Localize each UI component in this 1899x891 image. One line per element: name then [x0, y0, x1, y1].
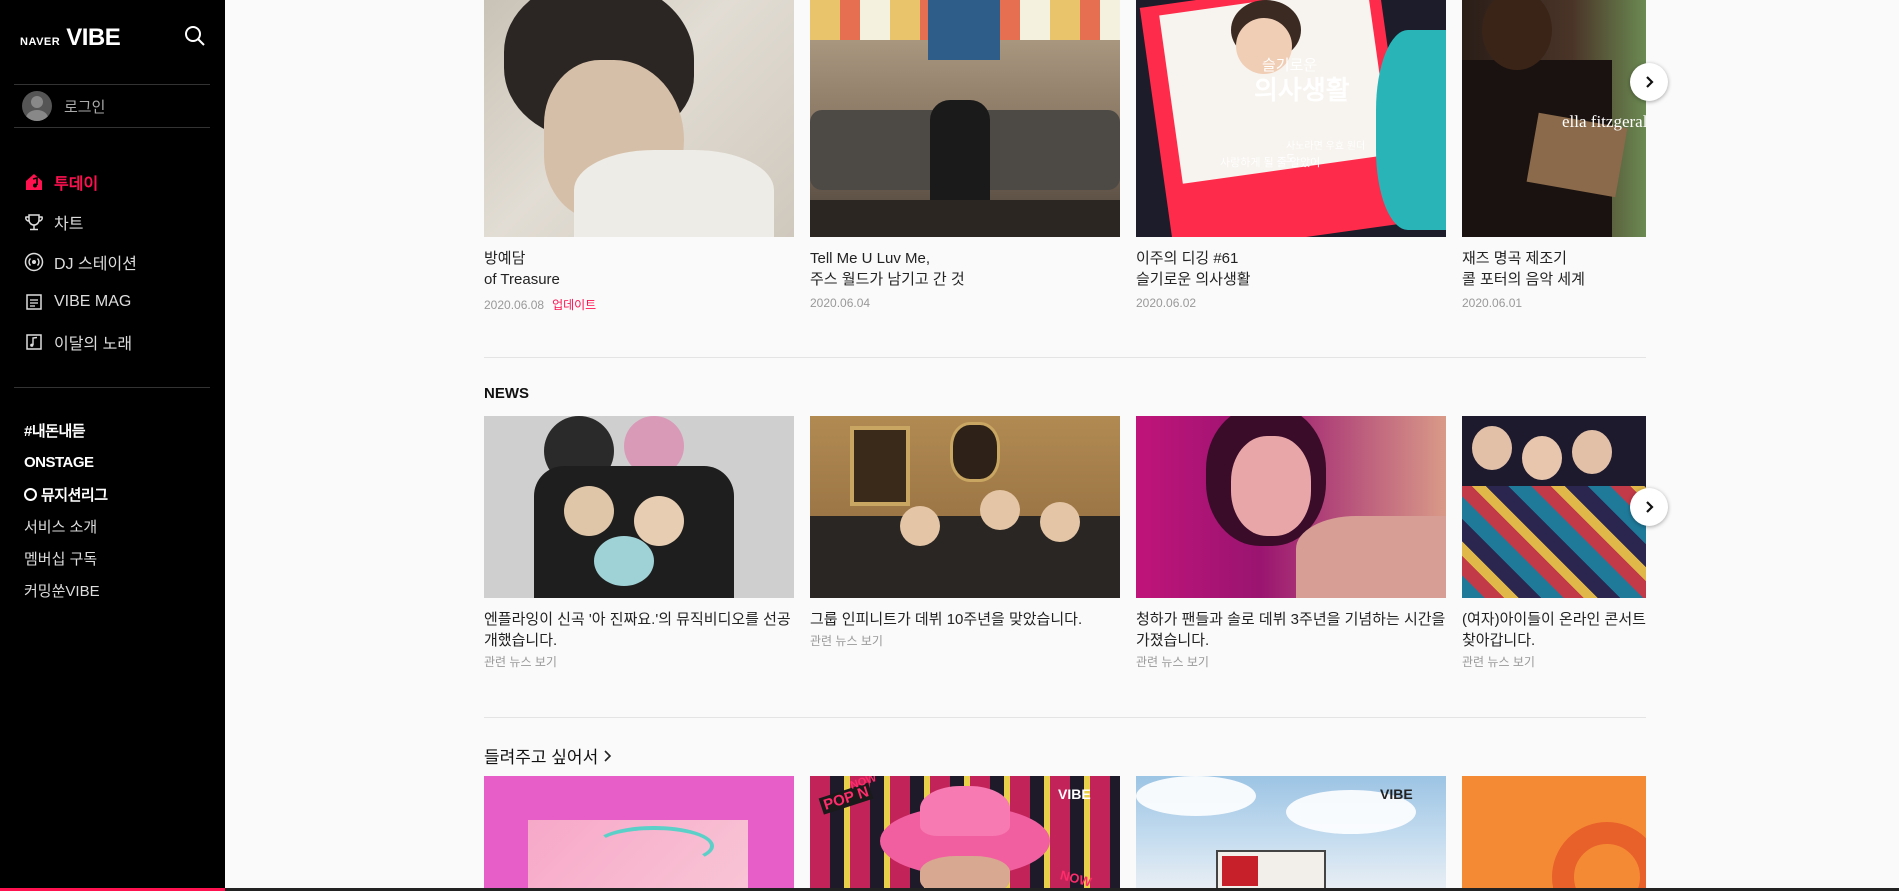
- playlist-thumbnail: POP N NOW NOW VIBE: [810, 776, 1120, 888]
- sub-item-label: 뮤지션리그: [41, 486, 108, 504]
- news-title: (여자)아이들이 온라인 콘서트로 전 세계 팬들을 찾아갑니다.: [1462, 611, 1646, 649]
- chevron-right-icon: [1646, 501, 1654, 513]
- sub-item-membership[interactable]: 멤버십 구독: [24, 542, 214, 574]
- login-label: 로그인: [64, 98, 106, 116]
- overlay-text: 사노라면 우효 원더도: [1286, 141, 1366, 165]
- news-thumbnail: [1462, 416, 1646, 598]
- sub-item-coming-soon[interactable]: 커밍쑨VIBE: [24, 574, 214, 606]
- news-card[interactable]: 그룹 인피니트가 데뷔 10주년을 맞았습니다. 관련 뉴스 보기: [810, 416, 1120, 649]
- magazine-icon: [24, 292, 44, 312]
- top-card-row: 방예담 of Treasure 2020.06.08 업데이트 Tell Me U…: [484, 0, 1646, 320]
- nav-label: 투데이: [54, 176, 99, 193]
- playlist-thumbnail: [1462, 776, 1646, 888]
- listen-heading: 들려주고 싶어서: [484, 748, 599, 767]
- news-card[interactable]: 청하가 팬들과 솔로 데뷔 3주년을 기념하는 시간을 가졌습니다. 관련 뉴스…: [1136, 416, 1446, 670]
- playlist-card[interactable]: [484, 776, 794, 888]
- card-title: 방예담 of Treasure: [484, 250, 560, 288]
- playlist-card[interactable]: POP N NOW NOW VIBE: [810, 776, 1120, 888]
- section-divider: [484, 717, 1646, 718]
- next-arrow-button[interactable]: [1630, 63, 1668, 101]
- news-thumbnail: [484, 416, 794, 598]
- next-arrow-button[interactable]: [1630, 488, 1668, 526]
- playlist-thumbnail: [484, 776, 794, 888]
- news-thumbnail: [810, 416, 1120, 598]
- sub-item-label: 커밍쑨VIBE: [24, 582, 100, 600]
- card-thumbnail: [810, 0, 1120, 237]
- card-title: Tell Me U Luv Me, 주스 월드가 남기고 간 것: [810, 250, 965, 288]
- listen-heading-link[interactable]: 들려주고 싶어서: [484, 743, 612, 768]
- sub-item-label: 멤버십 구독: [24, 550, 98, 568]
- card-thumbnail: [484, 0, 794, 237]
- overlay-text: 의사생활: [1254, 75, 1350, 105]
- vibe-badge: VIBE: [1380, 786, 1413, 802]
- related-news-link[interactable]: 관련 뉴스 보기: [484, 653, 794, 670]
- card-date: 2020.06.01: [1462, 296, 1523, 310]
- trophy-icon: [24, 212, 44, 232]
- overlay-text: ella fitzgerald: [1562, 112, 1646, 131]
- listen-row: POP N NOW NOW VIBE VIBE: [484, 776, 1646, 888]
- nav-item-dj-station[interactable]: DJ 스테이션: [24, 242, 214, 282]
- sub-item-label: #내돈내듣: [24, 422, 86, 440]
- card-title: 이주의 디깅 #61 슬기로운 의사생활: [1136, 250, 1251, 288]
- sub-item-onstage[interactable]: ONSTAGE: [24, 446, 214, 478]
- card-thumbnail: 슬기로운 의사생활 사랑하게 될 줄 알았어 사노라면 우효 원더도: [1136, 0, 1446, 237]
- card-date: 2020.06.02: [1136, 296, 1197, 310]
- mag-card[interactable]: 슬기로운 의사생활 사랑하게 될 줄 알았어 사노라면 우효 원더도 이주의 디…: [1136, 0, 1446, 310]
- sub-item-service-intro[interactable]: 서비스 소개: [24, 510, 214, 542]
- card-title: 재즈 명곡 제조기 콜 포터의 음악 세계: [1462, 250, 1585, 288]
- news-title: 그룹 인피니트가 데뷔 10주년을 맞았습니다.: [810, 611, 1083, 628]
- update-badge: 업데이트: [552, 298, 597, 312]
- mag-card[interactable]: Tell Me U Luv Me, 주스 월드가 남기고 간 것 2020.06…: [810, 0, 1120, 310]
- news-card[interactable]: 엔플라잉이 신곡 '아 진짜요.'의 뮤직비디오를 선공개했습니다. 관련 뉴스…: [484, 416, 794, 670]
- related-news-link[interactable]: 관련 뉴스 보기: [1136, 653, 1446, 670]
- sidebar: NAVER VIBE 로그인 투데이 차트 DJ 스테이션 VIBE MAG 이…: [0, 0, 225, 891]
- playlist-card[interactable]: [1462, 776, 1646, 888]
- avatar: [22, 91, 52, 121]
- home-music-icon: [24, 172, 44, 192]
- nav-item-song-of-month[interactable]: 이달의 노래: [24, 322, 214, 362]
- overlay-text: NOW: [1058, 867, 1094, 888]
- mag-card[interactable]: ella fitzgerald 재즈 명곡 제조기 콜 포터의 음악 세계 20…: [1462, 0, 1646, 310]
- nav-label: 이달의 노래: [54, 336, 133, 353]
- vibe-badge: VIBE: [1058, 786, 1091, 802]
- logo-naver-text: NAVER: [20, 36, 61, 48]
- news-thumbnail: [1136, 416, 1446, 598]
- nav-item-vibe-mag[interactable]: VIBE MAG: [24, 282, 214, 322]
- news-title: 청하가 팬들과 솔로 데뷔 3주년을 기념하는 시간을 가졌습니다.: [1136, 611, 1446, 649]
- nav-label: 차트: [54, 216, 84, 233]
- nav-label: VIBE MAG: [54, 293, 132, 310]
- sub-nav: #내돈내듣 ONSTAGE 뮤지션리그 서비스 소개 멤버십 구독 커밍쑨VIB…: [24, 414, 214, 606]
- news-title: 엔플라잉이 신곡 '아 진짜요.'의 뮤직비디오를 선공개했습니다.: [484, 611, 791, 649]
- playlist-card[interactable]: VIBE: [1136, 776, 1446, 888]
- sub-item-naedon[interactable]: #내돈내듣: [24, 414, 214, 446]
- news-card[interactable]: (여자)아이들이 온라인 콘서트로 전 세계 팬들을 찾아갑니다. 관련 뉴스 …: [1462, 416, 1646, 670]
- login-button[interactable]: 로그인: [14, 84, 210, 128]
- chevron-right-icon: [604, 749, 612, 762]
- related-news-link[interactable]: 관련 뉴스 보기: [1462, 653, 1646, 670]
- card-thumbnail: ella fitzgerald: [1462, 0, 1646, 237]
- section-divider: [484, 357, 1646, 358]
- sidebar-divider: [14, 387, 210, 388]
- card-date: 2020.06.08 업데이트: [484, 298, 597, 312]
- vibe-logo[interactable]: NAVER VIBE: [20, 24, 121, 52]
- nav-item-today[interactable]: 투데이: [24, 162, 214, 202]
- sub-item-musician-league[interactable]: 뮤지션리그: [24, 478, 214, 510]
- ring-icon: [24, 487, 37, 501]
- nav-item-chart[interactable]: 차트: [24, 202, 214, 242]
- news-row: 엔플라잉이 신곡 '아 진짜요.'의 뮤직비디오를 선공개했습니다. 관련 뉴스…: [484, 416, 1646, 676]
- search-icon[interactable]: [184, 25, 206, 47]
- card-date: 2020.06.04: [810, 296, 871, 310]
- chevron-right-icon: [1646, 76, 1654, 88]
- related-news-link[interactable]: 관련 뉴스 보기: [810, 632, 1120, 649]
- playlist-thumbnail: VIBE: [1136, 776, 1446, 888]
- sub-item-label: ONSTAGE: [24, 453, 94, 471]
- sub-item-label: 서비스 소개: [24, 518, 98, 536]
- main-nav: 투데이 차트 DJ 스테이션 VIBE MAG 이달의 노래: [24, 162, 214, 362]
- news-heading: NEWS: [484, 385, 529, 402]
- radio-icon: [24, 252, 44, 272]
- mag-card[interactable]: 방예담 of Treasure 2020.06.08 업데이트: [484, 0, 794, 313]
- music-note-icon: [24, 332, 44, 352]
- logo-vibe-text: VIBE: [66, 24, 121, 51]
- nav-label: DJ 스테이션: [54, 256, 137, 273]
